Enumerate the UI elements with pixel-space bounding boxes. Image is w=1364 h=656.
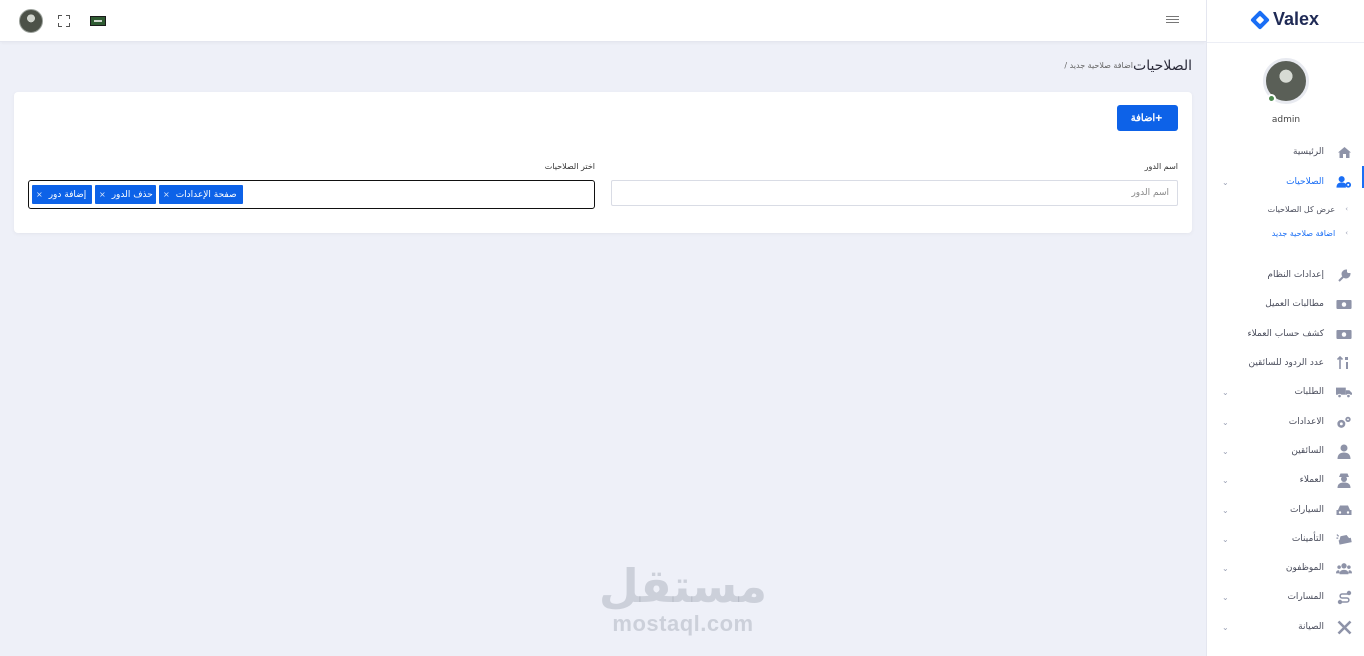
permission-tag-label: إضافة دور [48,189,87,200]
sidebar-item-label: السيارات [1289,505,1324,515]
money-icon [1336,327,1352,341]
sidebar-item-label: مطالبات العميل [1265,299,1324,309]
logo-icon [1250,9,1270,30]
gears-icon [1336,415,1352,429]
users-icon [1336,561,1352,575]
sidebar-item-orders[interactable]: ⌄ الطلبات [1218,382,1352,402]
sidebar-item-label: الصيانة [1298,622,1324,632]
hamburger-icon[interactable] [1166,16,1179,26]
user-gear-icon [1336,175,1352,189]
sidebar-item-drivers[interactable]: ⌄ السائقين [1218,441,1352,461]
sidebar-item-label: العملاء [1299,475,1324,485]
sidebar-item-cars[interactable]: ⌄ السيارات [1218,500,1352,520]
sidebar-item-label: كشف حساب العملاء [1247,329,1324,339]
chevron-down-icon: ⌄ [1222,446,1229,456]
sidebar-item-label: الاعدادات [1288,417,1324,427]
user-icon [1336,444,1352,459]
sidebar-item-settings[interactable]: ⌄ الاعدادات [1218,412,1352,432]
permissions-label: اختر الصلاحيات [544,162,595,171]
remove-tag-icon[interactable]: × [36,190,43,199]
sidebar-item-label: الموظفون [1285,563,1324,573]
chevron-down-icon: ⌄ [1222,563,1229,573]
sidebar-item-label: الصلاحيات [1286,177,1324,187]
add-button-label: اضافة [1130,112,1156,124]
permissions-multiselect[interactable]: × صفحة الإعدادات × حذف الدور × إضافة دور [28,180,595,209]
sidebar-item-employees[interactable]: ⌄ الموظفون [1218,558,1352,578]
online-status-dot [1267,94,1276,103]
role-name-label: اسم الدور [1144,162,1178,171]
page-title: الصلاحيات [1133,58,1192,74]
sidebar-item-label: المسارات [1287,592,1324,602]
tools-icon [1336,620,1352,634]
remove-tag-icon[interactable]: × [99,190,106,199]
chevron-down-icon: ⌄ [1222,622,1229,632]
permission-tag: × حذف الدور [95,185,156,204]
form-card [14,92,1192,233]
chevron-down-icon: ⌄ [1222,592,1229,602]
sidebar-item-label: إعدادات النظام [1267,270,1324,280]
sidebar-subitem-label: عرض كل الصلاحيات [1267,204,1336,214]
permission-tag-label: صفحة الإعدادات [175,189,237,200]
sidebar-item-label: عدد الردود للسائقين [1248,358,1324,368]
sidebar: Valex admin الرئيسية ⌄ الصلاحيات عرض كل … [1206,0,1364,656]
chevron-down-icon: ⌄ [1222,387,1229,397]
chevron-down-icon: ⌄ [1222,475,1229,485]
car-crash-icon [1336,532,1352,546]
remove-tag-icon[interactable]: × [163,190,170,199]
sidebar-subitem-view-permissions[interactable]: عرض كل الصلاحيات ‹ [1238,201,1348,217]
chevron-left-icon: ‹ [1345,205,1348,213]
watermark-latin: mostaql.com [612,611,754,636]
watermark: مستقل mostaql.com [598,560,768,636]
home-icon [1336,145,1352,159]
flag-icon[interactable] [90,16,106,26]
sidebar-item-label: السائقين [1291,446,1324,456]
profile-name: admin [1271,115,1301,125]
user-avatar[interactable] [19,9,43,33]
truck-icon [1336,385,1352,399]
divider [1207,42,1364,43]
car-icon [1336,503,1352,517]
permission-tag: × إضافة دور [32,185,92,204]
permission-tag: × صفحة الإعدادات [159,185,243,204]
logo-text: Valex [1272,9,1320,29]
route-icon [1336,590,1352,604]
sidebar-item-system-settings[interactable]: إعدادات النظام [1218,265,1352,285]
sidebar-item-permissions[interactable]: ⌄ الصلاحيات [1218,172,1352,192]
watermark-arabic: مستقل [598,559,768,613]
sidebar-subitem-label: اضافة صلاحية جديد [1271,228,1336,238]
sidebar-item-label: الرئيسية [1293,147,1324,157]
sidebar-item-routes[interactable]: ⌄ المسارات [1218,587,1352,607]
role-name-input[interactable] [611,180,1178,206]
chevron-down-icon: ⌄ [1222,177,1229,187]
sidebar-item-driver-replies[interactable]: عدد الردود للسائقين [1218,353,1352,373]
money-icon [1336,297,1352,311]
user-secret-icon [1336,473,1352,488]
add-button[interactable]: اضافة + [1117,105,1178,131]
wrench-icon [1336,268,1352,282]
logo[interactable]: Valex [1207,9,1364,33]
sort-icon [1336,356,1352,370]
breadcrumb[interactable]: / اضافة صلاحية جديد [1064,61,1133,70]
sidebar-item-label: التأمينات [1291,534,1324,544]
sidebar-item-home[interactable]: الرئيسية [1218,142,1352,162]
permission-tag-label: حذف الدور [111,189,153,200]
sidebar-item-clients[interactable]: ⌄ العملاء [1218,470,1352,490]
sidebar-item-maintenance[interactable]: ⌄ الصيانة [1218,617,1352,637]
sidebar-item-insurance[interactable]: ⌄ التأمينات [1218,529,1352,549]
chevron-down-icon: ⌄ [1222,534,1229,544]
plus-icon: + [1155,111,1163,125]
sidebar-item-client-claims[interactable]: مطالبات العميل [1218,294,1352,314]
top-header [0,0,1206,42]
sidebar-subitem-add-permission[interactable]: اضافة صلاحية جديد ‹ [1238,225,1348,241]
sidebar-item-client-statement[interactable]: كشف حساب العملاء [1218,324,1352,344]
chevron-down-icon: ⌄ [1222,417,1229,427]
sidebar-item-label: الطلبات [1294,387,1324,397]
chevron-left-icon: ‹ [1345,229,1348,237]
fullscreen-icon[interactable] [58,15,70,27]
chevron-down-icon: ⌄ [1222,505,1229,515]
